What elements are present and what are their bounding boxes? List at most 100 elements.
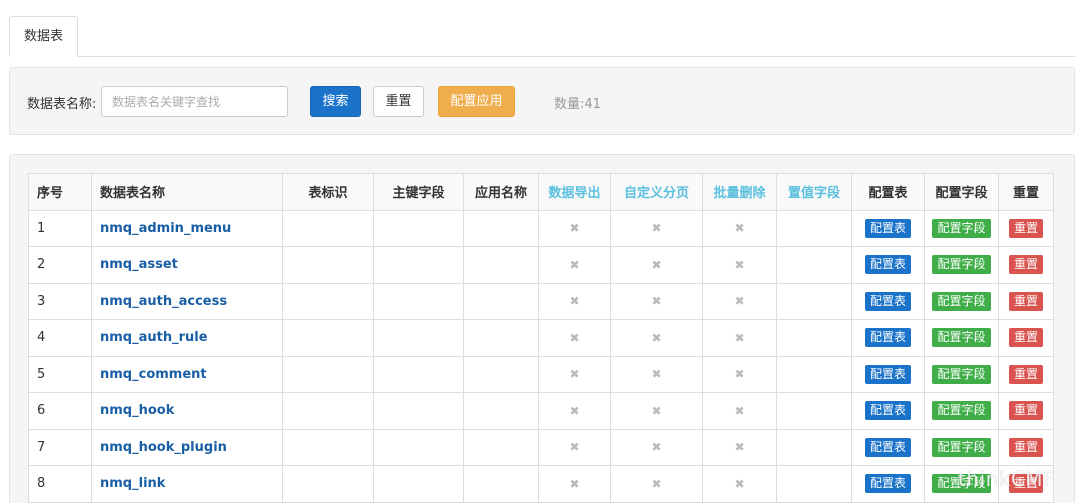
search-panel: 数据表名称: 搜索 重置 配置应用 数量:41 — [9, 67, 1075, 135]
config-table-cell: 配置表 — [851, 392, 925, 430]
table-name-link[interactable]: nmq_hook_plugin — [91, 428, 283, 466]
paging-cross-icon[interactable]: ✖ — [610, 246, 703, 284]
row-reset-button[interactable]: 重置 — [1008, 401, 1043, 421]
export-cross-icon[interactable]: ✖ — [538, 246, 611, 284]
export-cross-icon[interactable]: ✖ — [538, 355, 611, 393]
table-name-link[interactable]: nmq_asset — [91, 246, 283, 284]
batch-delete-cross-icon[interactable]: ✖ — [702, 246, 777, 284]
record-count: 数量:41 — [554, 97, 601, 112]
col-header-custom-paging[interactable]: 自定义分页 — [610, 173, 703, 211]
row-app-name — [463, 319, 539, 357]
row-reset-button[interactable]: 重置 — [1008, 437, 1043, 457]
config-table-button[interactable]: 配置表 — [864, 218, 911, 238]
row-reset-button[interactable]: 重置 — [1008, 364, 1043, 384]
config-table-cell: 配置表 — [851, 428, 925, 466]
batch-delete-cross-icon[interactable]: ✖ — [702, 355, 777, 393]
export-cross-icon[interactable]: ✖ — [538, 392, 611, 430]
config-fields-button[interactable]: 配置字段 — [932, 364, 991, 384]
row-app-name — [463, 246, 539, 284]
reset-cell: 重置 — [998, 209, 1054, 247]
config-fields-button[interactable]: 配置字段 — [932, 437, 991, 457]
config-fields-cell: 配置字段 — [924, 209, 999, 247]
row-app-name — [463, 465, 539, 503]
data-table: 序号 数据表名称 表标识 主键字段 应用名称 数据导出 自定义分页 批量删除 置… — [28, 173, 1054, 503]
tab-bar: 数据表 — [9, 16, 1075, 57]
row-index: 6 — [28, 392, 92, 430]
paging-cross-icon[interactable]: ✖ — [610, 428, 703, 466]
row-reset-button[interactable]: 重置 — [1008, 328, 1043, 348]
row-primary-key — [373, 428, 464, 466]
config-table-button[interactable]: 配置表 — [864, 364, 911, 384]
apply-config-button[interactable]: 配置应用 — [438, 86, 515, 117]
config-table-cell: 配置表 — [851, 319, 925, 357]
row-index: 8 — [28, 465, 92, 503]
row-primary-key — [373, 392, 464, 430]
search-button[interactable]: 搜索 — [310, 86, 361, 117]
paging-cross-icon[interactable]: ✖ — [610, 355, 703, 393]
col-header-data-export[interactable]: 数据导出 — [538, 173, 611, 211]
config-fields-button[interactable]: 配置字段 — [932, 328, 991, 348]
config-fields-button[interactable]: 配置字段 — [932, 218, 991, 238]
row-identifier — [282, 465, 374, 503]
row-index: 3 — [28, 282, 92, 320]
table-name-link[interactable]: nmq_admin_menu — [91, 209, 283, 247]
config-table-button[interactable]: 配置表 — [864, 474, 911, 494]
batch-delete-cross-icon[interactable]: ✖ — [702, 465, 777, 503]
config-fields-button[interactable]: 配置字段 — [932, 255, 991, 275]
row-reset-button[interactable]: 重置 — [1008, 218, 1043, 238]
export-cross-icon[interactable]: ✖ — [538, 282, 611, 320]
paging-cross-icon[interactable]: ✖ — [610, 465, 703, 503]
export-cross-icon[interactable]: ✖ — [538, 465, 611, 503]
row-set-value-field — [776, 319, 852, 357]
row-identifier — [282, 246, 374, 284]
col-header-batch-delete[interactable]: 批量删除 — [702, 173, 777, 211]
export-cross-icon[interactable]: ✖ — [538, 319, 611, 357]
row-identifier — [282, 355, 374, 393]
table-name-link[interactable]: nmq_comment — [91, 355, 283, 393]
config-fields-button[interactable]: 配置字段 — [932, 401, 991, 421]
row-index: 4 — [28, 319, 92, 357]
table-row: 3 nmq_auth_access ✖ ✖ ✖ 配置表 配置字段 重置 — [28, 282, 1054, 320]
table-header-row: 序号 数据表名称 表标识 主键字段 应用名称 数据导出 自定义分页 批量删除 置… — [28, 173, 1054, 211]
export-cross-icon[interactable]: ✖ — [538, 209, 611, 247]
row-identifier — [282, 209, 374, 247]
row-index: 1 — [28, 209, 92, 247]
batch-delete-cross-icon[interactable]: ✖ — [702, 428, 777, 466]
config-table-button[interactable]: 配置表 — [864, 437, 911, 457]
table-name-link[interactable]: nmq_hook — [91, 392, 283, 430]
row-primary-key — [373, 355, 464, 393]
paging-cross-icon[interactable]: ✖ — [610, 209, 703, 247]
config-table-button[interactable]: 配置表 — [864, 291, 911, 311]
paging-cross-icon[interactable]: ✖ — [610, 282, 703, 320]
table-name-link[interactable]: nmq_auth_access — [91, 282, 283, 320]
paging-cross-icon[interactable]: ✖ — [610, 392, 703, 430]
table-name-link[interactable]: nmq_link — [91, 465, 283, 503]
batch-delete-cross-icon[interactable]: ✖ — [702, 392, 777, 430]
paging-cross-icon[interactable]: ✖ — [610, 319, 703, 357]
config-table-cell: 配置表 — [851, 465, 925, 503]
search-input[interactable] — [101, 86, 288, 117]
config-fields-cell: 配置字段 — [924, 392, 999, 430]
reset-cell: 重置 — [998, 355, 1054, 393]
table-row: 4 nmq_auth_rule ✖ ✖ ✖ 配置表 配置字段 重置 — [28, 319, 1054, 357]
tab-data-tables[interactable]: 数据表 — [9, 16, 78, 57]
row-reset-button[interactable]: 重置 — [1008, 291, 1043, 311]
row-set-value-field — [776, 465, 852, 503]
config-table-button[interactable]: 配置表 — [864, 401, 911, 421]
col-header-set-value-field[interactable]: 置值字段 — [776, 173, 852, 211]
export-cross-icon[interactable]: ✖ — [538, 428, 611, 466]
config-fields-button[interactable]: 配置字段 — [932, 291, 991, 311]
row-app-name — [463, 209, 539, 247]
col-header-config-fields: 配置字段 — [924, 173, 999, 211]
reset-button[interactable]: 重置 — [373, 86, 424, 117]
row-reset-button[interactable]: 重置 — [1008, 255, 1043, 275]
row-set-value-field — [776, 392, 852, 430]
config-table-cell: 配置表 — [851, 246, 925, 284]
batch-delete-cross-icon[interactable]: ✖ — [702, 209, 777, 247]
batch-delete-cross-icon[interactable]: ✖ — [702, 319, 777, 357]
config-table-button[interactable]: 配置表 — [864, 328, 911, 348]
reset-cell: 重置 — [998, 282, 1054, 320]
config-table-button[interactable]: 配置表 — [864, 255, 911, 275]
batch-delete-cross-icon[interactable]: ✖ — [702, 282, 777, 320]
table-name-link[interactable]: nmq_auth_rule — [91, 319, 283, 357]
